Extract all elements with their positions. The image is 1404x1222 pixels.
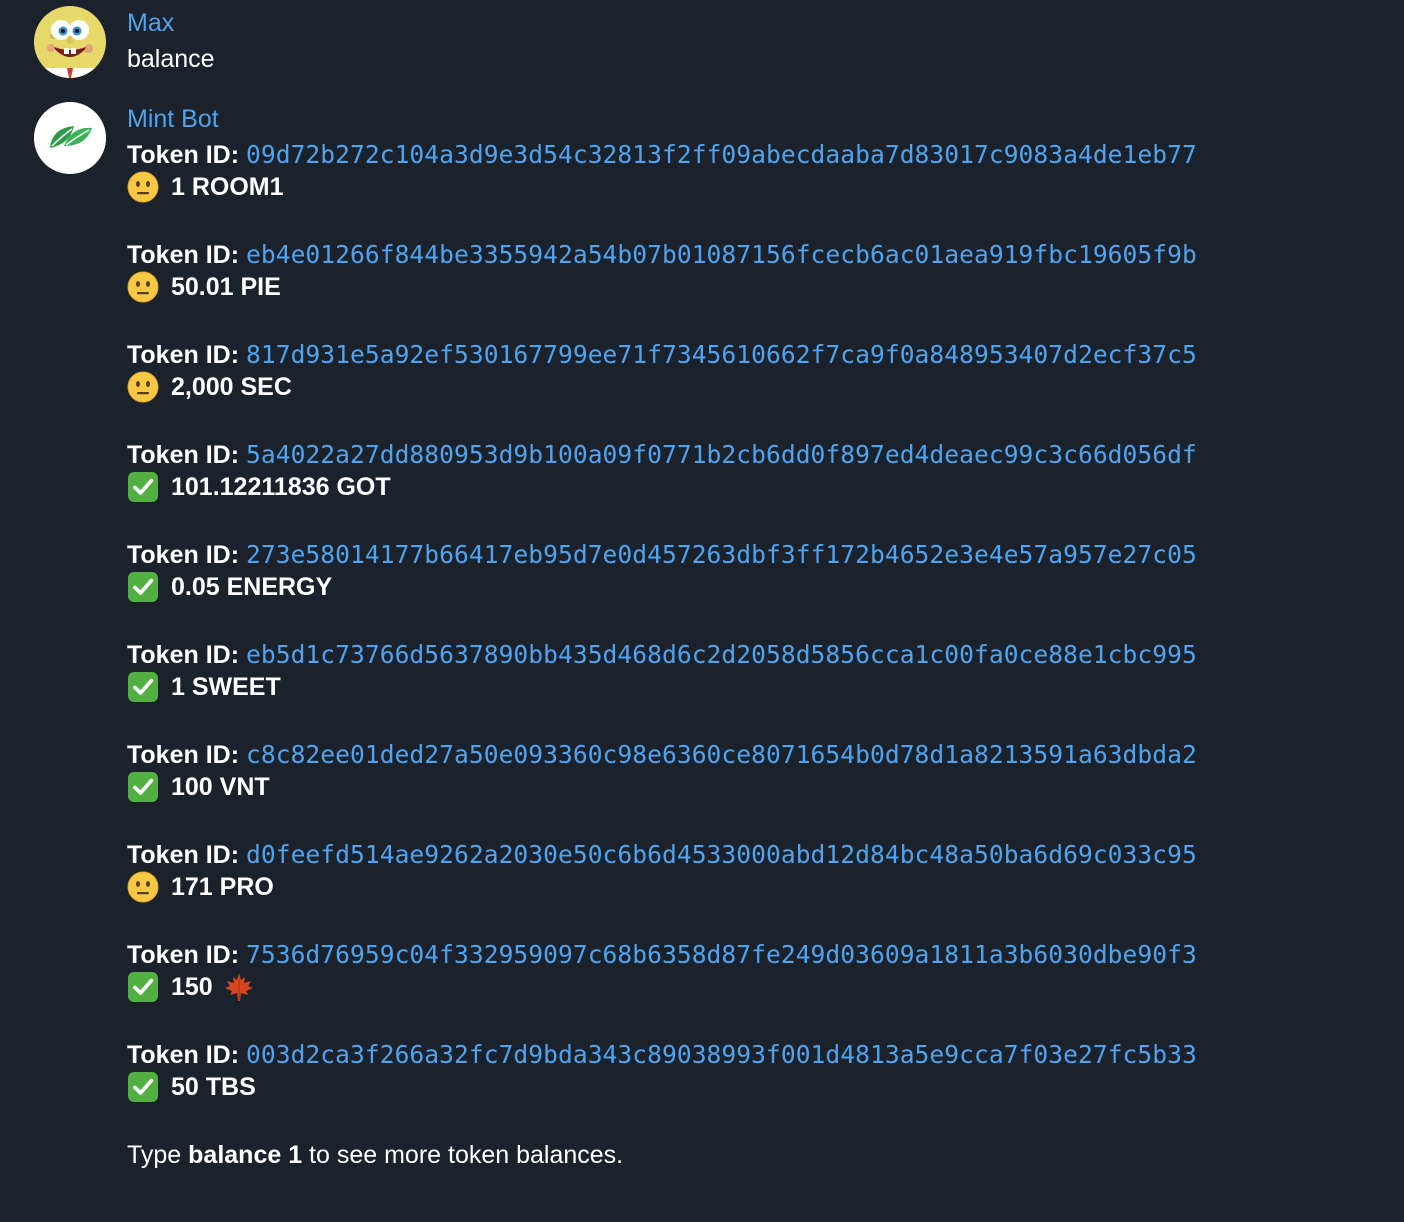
token-amount-line: 101.12211836 GOT [127, 471, 391, 503]
neutral-face-icon [127, 871, 159, 903]
check-mark-icon [127, 971, 159, 1003]
neutral-face-icon [127, 271, 159, 303]
check-mark-icon [127, 1071, 159, 1103]
token-id-line: Token ID: d0feefd514ae9262a2030e50c6b6d4… [127, 839, 1197, 871]
token-id-line: Token ID: 273e58014177b66417eb95d7e0d457… [127, 539, 1197, 571]
token-id-value[interactable]: 817d931e5a92ef530167799ee71f7345610662f7… [246, 340, 1197, 369]
token-id-value[interactable]: 003d2ca3f266a32fc7d9bda343c89038993f001d… [246, 1040, 1197, 1069]
check-mark-icon [127, 571, 159, 603]
token-id-line: Token ID: 003d2ca3f266a32fc7d9bda343c890… [127, 1039, 1197, 1071]
token-amount: 1 SWEET [171, 673, 281, 701]
token-amount: 150 [171, 973, 213, 1001]
token-id-value[interactable]: eb4e01266f844be3355942a54b07b01087156fce… [246, 240, 1197, 269]
token-id-label: Token ID: [127, 441, 240, 469]
token-id-label: Token ID: [127, 841, 240, 869]
token-amount-line: 100 VNT [127, 771, 270, 803]
token-entry: Token ID: 817d931e5a92ef530167799ee71f73… [127, 339, 1367, 403]
token-id-label: Token ID: [127, 741, 240, 769]
token-id-value[interactable]: d0feefd514ae9262a2030e50c6b6d4533000abd1… [246, 840, 1197, 869]
token-id-value[interactable]: c8c82ee01ded27a50e093360c98e6360ce807165… [246, 740, 1197, 769]
token-id-line: Token ID: 5a4022a27dd880953d9b100a09f077… [127, 439, 1197, 471]
token-entry: Token ID: eb4e01266f844be3355942a54b07b0… [127, 239, 1367, 303]
footer-suffix: to see more token balances. [302, 1141, 624, 1169]
token-amount-line: 1 ROOM1 [127, 171, 284, 203]
footer-prefix: Type [127, 1141, 189, 1169]
token-amount-line: 171 PRO [127, 871, 274, 903]
token-amount: 50.01 PIE [171, 273, 281, 301]
token-amount: 101.12211836 GOT [171, 473, 391, 501]
token-amount-line: 1 SWEET [127, 671, 281, 703]
token-id-value[interactable]: eb5d1c73766d5637890bb435d468d6c2d2058d58… [246, 640, 1197, 669]
token-entry: Token ID: 273e58014177b66417eb95d7e0d457… [127, 539, 1367, 603]
token-id-label: Token ID: [127, 941, 240, 969]
token-amount-line: 0.05 ENERGY [127, 571, 332, 603]
token-id-line: Token ID: eb4e01266f844be3355942a54b07b0… [127, 239, 1197, 271]
neutral-face-icon [127, 171, 159, 203]
token-id-label: Token ID: [127, 1041, 240, 1069]
token-id-label: Token ID: [127, 641, 240, 669]
token-amount-line: 2,000 SEC [127, 371, 292, 403]
token-amount: 2,000 SEC [171, 373, 292, 401]
token-entry: Token ID: 7536d76959c04f332959097c68b635… [127, 939, 1367, 1003]
token-id-label: Token ID: [127, 141, 240, 169]
token-amount-line: 150 [127, 971, 255, 1003]
token-amount: 1 ROOM1 [171, 173, 284, 201]
token-entry: Token ID: 003d2ca3f266a32fc7d9bda343c890… [127, 1039, 1367, 1103]
token-id-value[interactable]: 09d72b272c104a3d9e3d54c32813f2ff09abecda… [246, 140, 1197, 169]
token-amount: 100 VNT [171, 773, 270, 801]
neutral-face-icon [127, 371, 159, 403]
mint-leaf-avatar-icon[interactable] [34, 102, 106, 174]
token-id-line: Token ID: 09d72b272c104a3d9e3d54c32813f2… [127, 139, 1197, 171]
token-entry: Token ID: 5a4022a27dd880953d9b100a09f077… [127, 439, 1367, 503]
sender-name[interactable]: Mint Bot [127, 104, 219, 134]
token-id-line: Token ID: 817d931e5a92ef530167799ee71f73… [127, 339, 1197, 371]
token-amount: 50 TBS [171, 1073, 256, 1101]
token-entry: Token ID: c8c82ee01ded27a50e093360c98e63… [127, 739, 1367, 803]
token-entry: Token ID: 09d72b272c104a3d9e3d54c32813f2… [127, 139, 1367, 203]
token-entry: Token ID: eb5d1c73766d5637890bb435d468d6… [127, 639, 1367, 703]
token-id-label: Token ID: [127, 341, 240, 369]
token-entry: Token ID: d0feefd514ae9262a2030e50c6b6d4… [127, 839, 1367, 903]
token-id-line: Token ID: 7536d76959c04f332959097c68b635… [127, 939, 1197, 971]
token-id-value[interactable]: 5a4022a27dd880953d9b100a09f0771b2cb6dd0f… [246, 440, 1197, 469]
token-amount-line: 50 TBS [127, 1071, 256, 1103]
footer-command[interactable]: balance 1 [188, 1141, 302, 1169]
token-id-line: Token ID: eb5d1c73766d5637890bb435d468d6… [127, 639, 1197, 671]
token-id-label: Token ID: [127, 241, 240, 269]
footer-hint: Type balance 1 to see more token balance… [127, 1139, 623, 1171]
message-mint-bot: Mint Bot Token ID: 09d72b272c104a3d9e3d5… [0, 0, 1404, 1222]
token-id-line: Token ID: c8c82ee01ded27a50e093360c98e63… [127, 739, 1197, 771]
token-id-label: Token ID: [127, 541, 240, 569]
token-amount: 171 PRO [171, 873, 274, 901]
token-id-value[interactable]: 7536d76959c04f332959097c68b6358d87fe249d… [246, 940, 1197, 969]
token-amount-line: 50.01 PIE [127, 271, 281, 303]
token-amount: 0.05 ENERGY [171, 573, 333, 601]
check-mark-icon [127, 471, 159, 503]
token-id-value[interactable]: 273e58014177b66417eb95d7e0d457263dbf3ff1… [246, 540, 1197, 569]
check-mark-icon [127, 671, 159, 703]
check-mark-icon [127, 771, 159, 803]
maple-leaf-icon [223, 971, 255, 1003]
